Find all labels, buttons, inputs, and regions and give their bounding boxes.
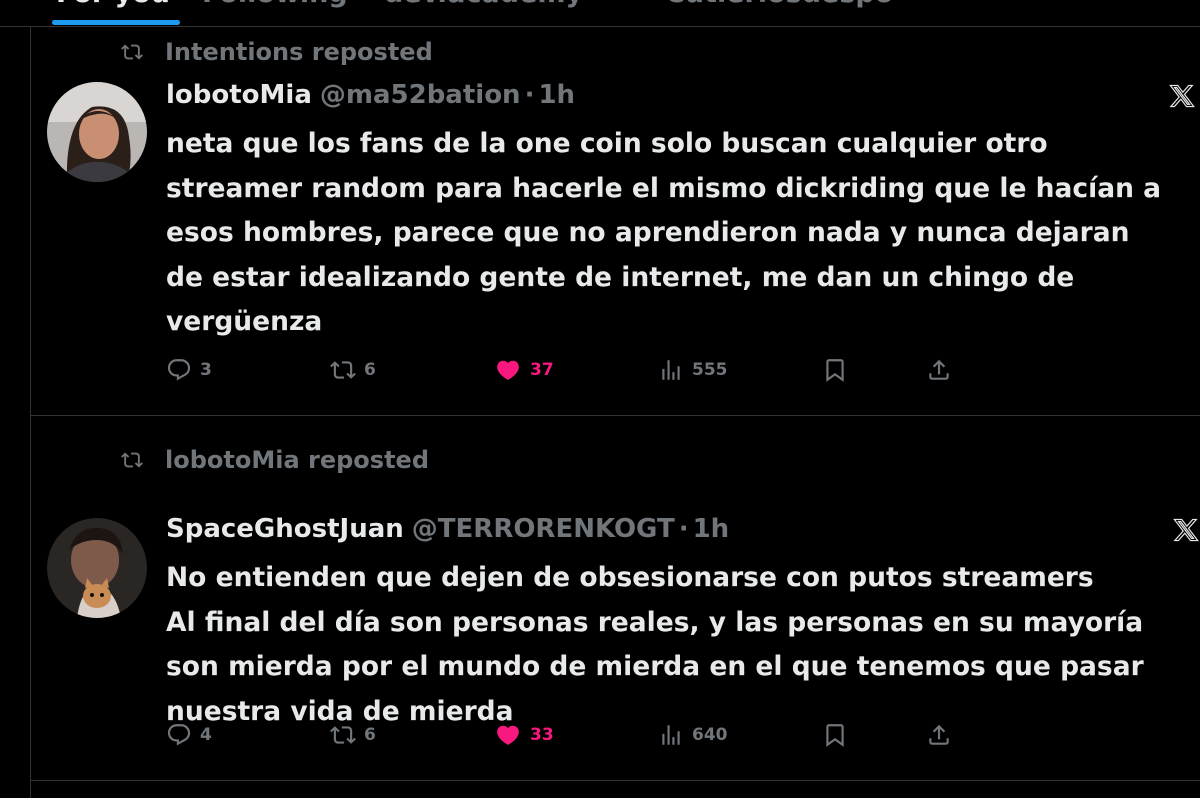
repost-label[interactable]: lobotoMia reposted [165,446,429,474]
tab-cutlerlosdespo[interactable]: Cutlerlosdespo [665,0,893,9]
repost-context: lobotoMia reposted [119,446,429,474]
tweet-header: lobotoMia @ma52bation · 1h [166,80,575,110]
reply-icon [167,724,191,746]
tweet-text: neta que los fans de la one coin solo bu… [166,128,1162,337]
timestamp[interactable]: 1h [538,80,575,110]
tab-following[interactable]: Following [202,0,348,9]
tweet-text: No entienden que dejen de obsesionarse c… [166,562,1144,727]
x-logo-icon[interactable] [1173,517,1199,543]
views-button[interactable]: 555 [658,357,728,383]
bookmark-icon [826,724,844,747]
tweet-header: SpaceGhostJuan @TERRORENKOGT · 1h [166,514,729,544]
repost-context: Intentions reposted [119,38,433,66]
active-tab-indicator [52,20,180,25]
reply-button[interactable]: 4 [166,722,212,748]
repost-count: 6 [364,360,376,380]
share-button[interactable] [926,722,960,748]
heart-icon [497,725,519,745]
like-count: 37 [530,360,554,380]
repost-icon [330,726,356,744]
like-button[interactable]: 37 [494,357,554,383]
repost-button[interactable]: 6 [330,722,376,748]
share-icon [929,359,949,380]
repost-count: 6 [364,725,376,745]
bookmark-button[interactable] [822,357,856,383]
bookmark-button[interactable] [822,722,856,748]
like-button[interactable]: 33 [494,722,554,748]
heart-icon [497,360,519,380]
views-icon [662,360,680,380]
view-count: 640 [692,725,728,745]
tweet-actions: 3 6 37 555 [166,357,966,387]
reply-count: 4 [200,725,212,745]
tweet[interactable]: Intentions reposted lobotoMia @ma52batio… [31,26,1200,416]
avatar-photo [47,518,147,618]
x-logo-icon[interactable] [1169,83,1195,109]
separator-dot: · [524,80,535,110]
avatar-photo [47,82,147,182]
repost-icon [121,44,143,60]
view-count: 555 [692,360,728,380]
reply-icon [167,359,191,381]
user-handle[interactable]: @ma52bation [320,80,521,110]
share-icon [929,724,949,745]
reply-button[interactable]: 3 [166,357,212,383]
timeline-tabs: For you Following dev.academy Cutlerlosd… [0,0,1200,27]
timeline-feed: Intentions reposted lobotoMia @ma52batio… [30,26,1200,798]
display-name[interactable]: SpaceGhostJuan [166,514,404,544]
avatar[interactable] [47,518,147,618]
avatar[interactable] [47,82,147,182]
views-icon [662,725,680,745]
repost-button[interactable]: 6 [330,357,376,383]
display-name[interactable]: lobotoMia [166,80,312,110]
timestamp[interactable]: 1h [693,514,730,544]
reply-count: 3 [200,360,212,380]
views-button[interactable]: 640 [658,722,728,748]
tab-for-you[interactable]: For you [56,0,170,9]
tweet[interactable]: lobotoMia reposted SpaceGhostJuan @TERRO… [31,415,1200,781]
repost-icon [330,361,356,379]
bookmark-icon [826,359,844,382]
repost-icon [121,452,143,468]
like-count: 33 [530,725,554,745]
share-button[interactable] [926,357,960,383]
tweet-actions: 4 6 33 640 [166,722,966,752]
user-handle[interactable]: @TERRORENKOGT [412,514,675,544]
repost-label[interactable]: Intentions reposted [165,38,433,66]
tab-dev-academy[interactable]: dev.academy [384,0,583,9]
separator-dot: · [678,514,689,544]
